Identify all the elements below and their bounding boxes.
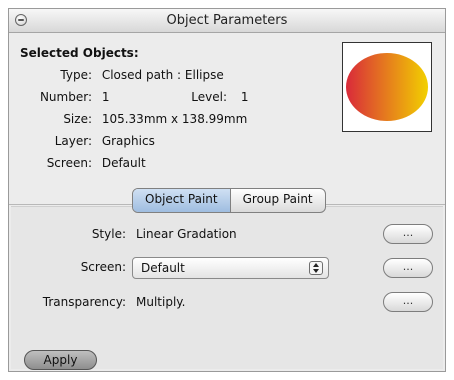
- layer-label: Layer:: [54, 134, 92, 148]
- title-bar[interactable]: Object Parameters: [9, 9, 445, 33]
- selected-objects-heading: Selected Objects:: [20, 46, 139, 60]
- type-row: Type: Closed path : Ellipse: [20, 68, 224, 82]
- transparency-options-button[interactable]: ...: [383, 292, 433, 312]
- object-preview: [342, 42, 432, 132]
- ellipse-preview-icon: [346, 53, 428, 121]
- tab-group-paint[interactable]: Group Paint: [231, 189, 325, 212]
- number-label: Number:: [39, 90, 92, 104]
- collapse-icon[interactable]: [15, 14, 27, 26]
- size-label: Size:: [63, 112, 92, 126]
- level-value: 1: [240, 90, 249, 104]
- level-label: Level:: [191, 90, 228, 104]
- paint-tabs: Object Paint Group Paint: [132, 188, 326, 213]
- screen-label: Screen:: [80, 260, 126, 274]
- number-value: 1: [101, 90, 110, 104]
- tab-object-paint[interactable]: Object Paint: [133, 189, 231, 212]
- window-title: Object Parameters: [166, 13, 288, 28]
- type-value: Closed path : Ellipse: [101, 68, 224, 82]
- screen-info-label: Screen:: [46, 156, 92, 170]
- layer-value: Graphics: [101, 134, 155, 148]
- screen-select-value: Default: [141, 261, 185, 275]
- updown-arrows-icon: [309, 261, 323, 275]
- transparency-value: Multiply.: [136, 295, 186, 309]
- number-row: Number: 1 Level: 1: [20, 90, 249, 104]
- screen-row: Screen: Default: [20, 156, 146, 170]
- style-options-button[interactable]: ...: [383, 224, 433, 244]
- transparency-label: Transparency:: [42, 295, 126, 309]
- type-label: Type:: [60, 68, 92, 82]
- screen-options-button[interactable]: ...: [383, 258, 433, 278]
- style-label: Style:: [91, 227, 126, 241]
- size-row: Size: 105.33mm x 138.99mm: [20, 112, 247, 126]
- apply-button[interactable]: Apply: [24, 350, 97, 370]
- screen-info-value: Default: [101, 156, 146, 170]
- size-value: 105.33mm x 138.99mm: [101, 112, 248, 126]
- object-parameters-window: Object Parameters Selected Objects: Type…: [8, 8, 446, 372]
- screen-select[interactable]: Default: [132, 257, 329, 279]
- layer-row: Layer: Graphics: [20, 134, 155, 148]
- style-value: Linear Gradation: [136, 227, 237, 241]
